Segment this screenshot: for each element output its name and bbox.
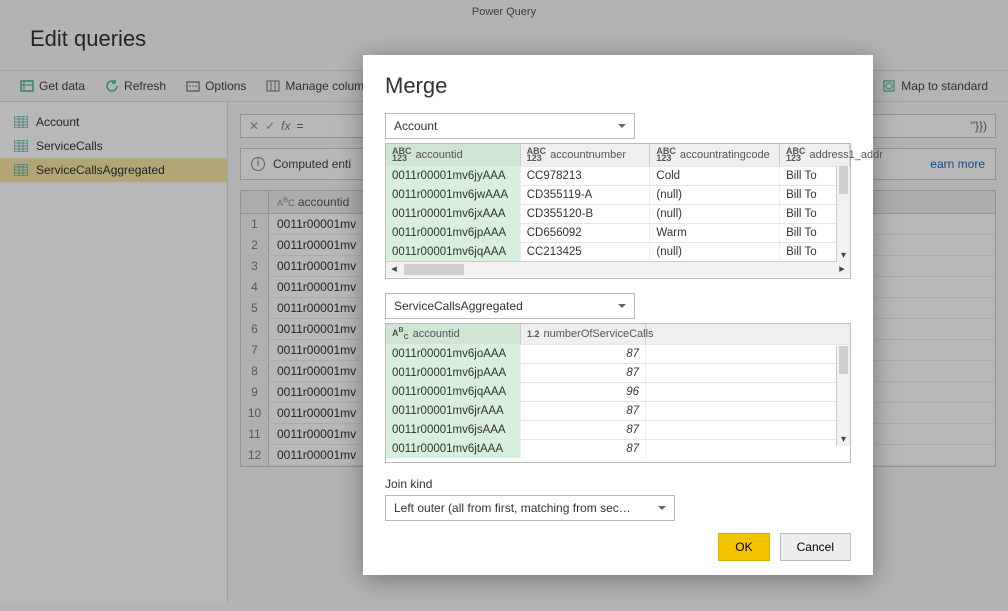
table-row[interactable]: 0011r00001mv6joAAA87 <box>386 344 850 363</box>
table-row[interactable]: 0011r00001mv6jwAAACD355119-A(null)Bill T… <box>386 185 850 204</box>
cancel-button[interactable]: Cancel <box>780 533 851 561</box>
vertical-scrollbar[interactable]: ▾ <box>836 166 850 262</box>
chevron-down-icon <box>618 124 626 132</box>
join-kind-value: Left outer (all from first, matching fro… <box>394 501 631 515</box>
table-row[interactable]: 0011r00001mv6jpAAACD656092WarmBill To <box>386 223 850 242</box>
source-table1-dropdown[interactable]: Account <box>385 113 635 139</box>
column-header[interactable]: ABC123address1_addr <box>780 144 850 166</box>
table-row[interactable]: 0011r00001mv6jqAAA96 <box>386 382 850 401</box>
table-row[interactable]: 0011r00001mv6jtAAA87 <box>386 439 850 458</box>
join-kind-dropdown[interactable]: Left outer (all from first, matching fro… <box>385 495 675 521</box>
column-header[interactable]: 1.2numberOfServiceCalls <box>521 324 646 344</box>
table1-preview-grid[interactable]: ABC123accountidABC123accountnumberABC123… <box>385 143 851 279</box>
source-table2-dropdown[interactable]: ServiceCallsAggregated <box>385 293 635 319</box>
merge-dialog: Merge Account ABC123accountidABC123accou… <box>363 55 873 575</box>
table-row[interactable]: 0011r00001mv6jsAAA87 <box>386 420 850 439</box>
join-kind-label: Join kind <box>385 477 851 491</box>
vertical-scrollbar[interactable]: ▾ <box>836 346 850 446</box>
table-row[interactable]: 0011r00001mv6jqAAACC213425(null)Bill To <box>386 242 850 261</box>
chevron-down-icon <box>658 506 666 514</box>
table2-preview-grid[interactable]: ABCaccountid1.2numberOfServiceCalls 0011… <box>385 323 851 463</box>
table-row[interactable]: 0011r00001mv6jpAAA87 <box>386 363 850 382</box>
horizontal-scrollbar[interactable]: ◂▸ <box>386 261 850 277</box>
column-header[interactable]: ABC123accountnumber <box>521 144 651 166</box>
column-header[interactable]: ABC123accountid <box>386 144 521 166</box>
ok-button[interactable]: OK <box>718 533 769 561</box>
column-header[interactable]: ABCaccountid <box>386 324 521 344</box>
table-row[interactable]: 0011r00001mv6jxAAACD355120-B(null)Bill T… <box>386 204 850 223</box>
table-row[interactable]: 0011r00001mv6jrAAA87 <box>386 401 850 420</box>
source-table2-value: ServiceCallsAggregated <box>394 299 523 313</box>
table-row[interactable]: 0011r00001mv6jyAAACC978213ColdBill To <box>386 166 850 185</box>
column-header[interactable]: ABC123accountratingcode <box>650 144 780 166</box>
dialog-title: Merge <box>385 73 851 99</box>
chevron-down-icon <box>618 304 626 312</box>
source-table1-value: Account <box>394 119 437 133</box>
